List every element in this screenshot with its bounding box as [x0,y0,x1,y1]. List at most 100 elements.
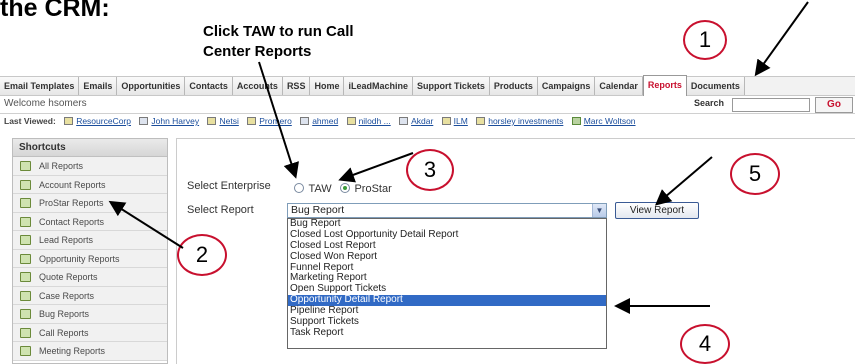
tab-ileadmachine[interactable]: iLeadMachine [344,77,413,95]
radio-taw-group[interactable]: TAW [294,179,332,197]
last-viewed-link[interactable]: Promero [259,116,292,126]
report-icon [20,272,31,282]
sidebar-item-label: Account Reports [39,179,106,190]
view-report-button[interactable]: View Report [615,202,699,219]
tab-emails[interactable]: Emails [79,77,118,95]
folder-icon [64,117,74,125]
sidebar-item-label: Case Reports [39,290,95,301]
chevron-down-icon[interactable]: ▼ [592,204,606,217]
last-viewed-link[interactable]: Netsi [219,116,238,126]
tab-rss[interactable]: RSS [282,77,311,95]
document-icon [139,117,149,125]
step-1-circle: 1 [683,20,727,60]
folder-icon [207,117,217,125]
sidebar-item-label: All Reports [39,161,84,171]
sidebar-item-case-reports[interactable]: Case Reports [13,286,167,305]
report-icon [20,253,31,264]
arrow-to-reports-tab [754,1,809,77]
last-viewed-link[interactable]: ILM [454,116,468,126]
step-5-circle: 5 [730,153,780,195]
report-option[interactable]: Closed Won Report [288,251,606,263]
sidebar-item-call-reports[interactable]: Call Reports [13,323,167,342]
sidebar-item-label: ProStar Reports [39,198,104,208]
sidebar-item-opportunity-reports[interactable]: Opportunity Reports [13,249,167,268]
document-icon [300,117,310,125]
tab-email-templates[interactable]: Email Templates [0,77,80,95]
sidebar-item-label: Opportunity Reports [39,253,120,264]
sidebar-item-meeting-reports[interactable]: Meeting Reports [13,342,167,361]
go-button[interactable]: Go [815,97,853,113]
select-report-label: Select Report [187,204,254,216]
last-viewed-link[interactable]: ahmed [312,116,338,126]
sidebar-item-all-reports[interactable]: All Reports [13,157,167,176]
folder-icon [346,117,356,125]
folder-icon [441,117,451,125]
report-icon [20,216,31,227]
welcome-text: Welcome hsomers [4,98,87,109]
sidebar-item-label: Bug Reports [39,309,90,319]
tab-calendar[interactable]: Calendar [595,77,643,95]
report-icon [20,235,31,245]
select-enterprise-label: Select Enterprise [187,180,271,192]
tab-accounts[interactable]: Accounts [232,77,283,95]
tab-campaigns[interactable]: Campaigns [537,77,596,95]
page-heading: the CRM: [0,0,110,22]
last-viewed-link[interactable]: Marc Woltson [584,116,636,126]
sidebar-item-label: Contact Reports [39,216,105,227]
radio-prostar-label: ProStar [354,183,392,195]
step-3-circle: 3 [406,149,454,191]
sidebar-item-lead-reports[interactable]: Lead Reports [13,231,167,250]
sidebar-item-label: Quote Reports [39,272,98,282]
sidebar-title: Shortcuts [13,139,167,157]
tab-opportunities[interactable]: Opportunities [117,77,186,95]
last-viewed-link[interactable]: Akdar [411,116,433,126]
radio-taw[interactable] [294,183,304,193]
sidebar-item-label: Call Reports [39,327,89,338]
report-icon [20,198,31,208]
shortcuts-sidebar: Shortcuts All Reports Account Reports Pr… [12,138,168,364]
user-icon [571,117,581,125]
tab-reports[interactable]: Reports [642,75,687,96]
report-icon [20,327,31,338]
step-4-circle: 4 [680,324,730,364]
sidebar-item-bug-reports[interactable]: Bug Reports [13,305,167,324]
folder-icon [476,117,486,125]
report-option[interactable]: Task Report [288,327,606,339]
report-icon [20,346,31,356]
instruction-text: Click TAW to run Call Center Reports [203,23,354,60]
step-2-circle: 2 [177,234,227,276]
search-input[interactable] [732,98,810,112]
sidebar-item-account-reports[interactable]: Account Reports [13,175,167,194]
main-tab-bar: Email Templates Emails Opportunities Con… [0,75,855,96]
radio-prostar-group[interactable]: ProStar [340,179,392,197]
last-viewed-link[interactable]: ResourceCorp [76,116,131,126]
report-icon [20,290,31,301]
last-viewed-bar: Last Viewed: ResourceCorp John Harvey Ne… [0,116,855,132]
document-icon [399,117,409,125]
report-icon [20,161,31,171]
last-viewed-link[interactable]: nilodh ... [359,116,391,126]
tab-support-tickets[interactable]: Support Tickets [412,77,490,95]
search-label: Search [694,98,725,108]
last-viewed-link[interactable]: John Harvey [151,116,199,126]
folder-icon [247,117,257,125]
radio-prostar[interactable] [340,183,350,193]
welcome-bar: Welcome hsomers Search [0,96,855,114]
tab-contacts[interactable]: Contacts [185,77,233,95]
tab-products[interactable]: Products [489,77,538,95]
report-icon [20,179,31,190]
sidebar-item-label: Meeting Reports [39,346,106,356]
sidebar-item-contact-reports[interactable]: Contact Reports [13,212,167,231]
radio-taw-label: TAW [308,183,332,195]
report-icon [20,309,31,319]
report-select-value: Bug Report [291,204,345,216]
report-select[interactable]: Bug Report ▼ [287,203,607,218]
sidebar-item-quote-reports[interactable]: Quote Reports [13,268,167,287]
sidebar-item-label: Lead Reports [39,235,94,245]
tab-home[interactable]: Home [310,77,345,95]
last-viewed-label: Last Viewed: [4,116,56,126]
tab-documents[interactable]: Documents [686,77,745,95]
sidebar-item-prostar-reports[interactable]: ProStar Reports [13,194,167,213]
last-viewed-link[interactable]: horsley investments [488,116,563,126]
report-dropdown-list: Bug Report Closed Lost Opportunity Detai… [287,218,607,349]
